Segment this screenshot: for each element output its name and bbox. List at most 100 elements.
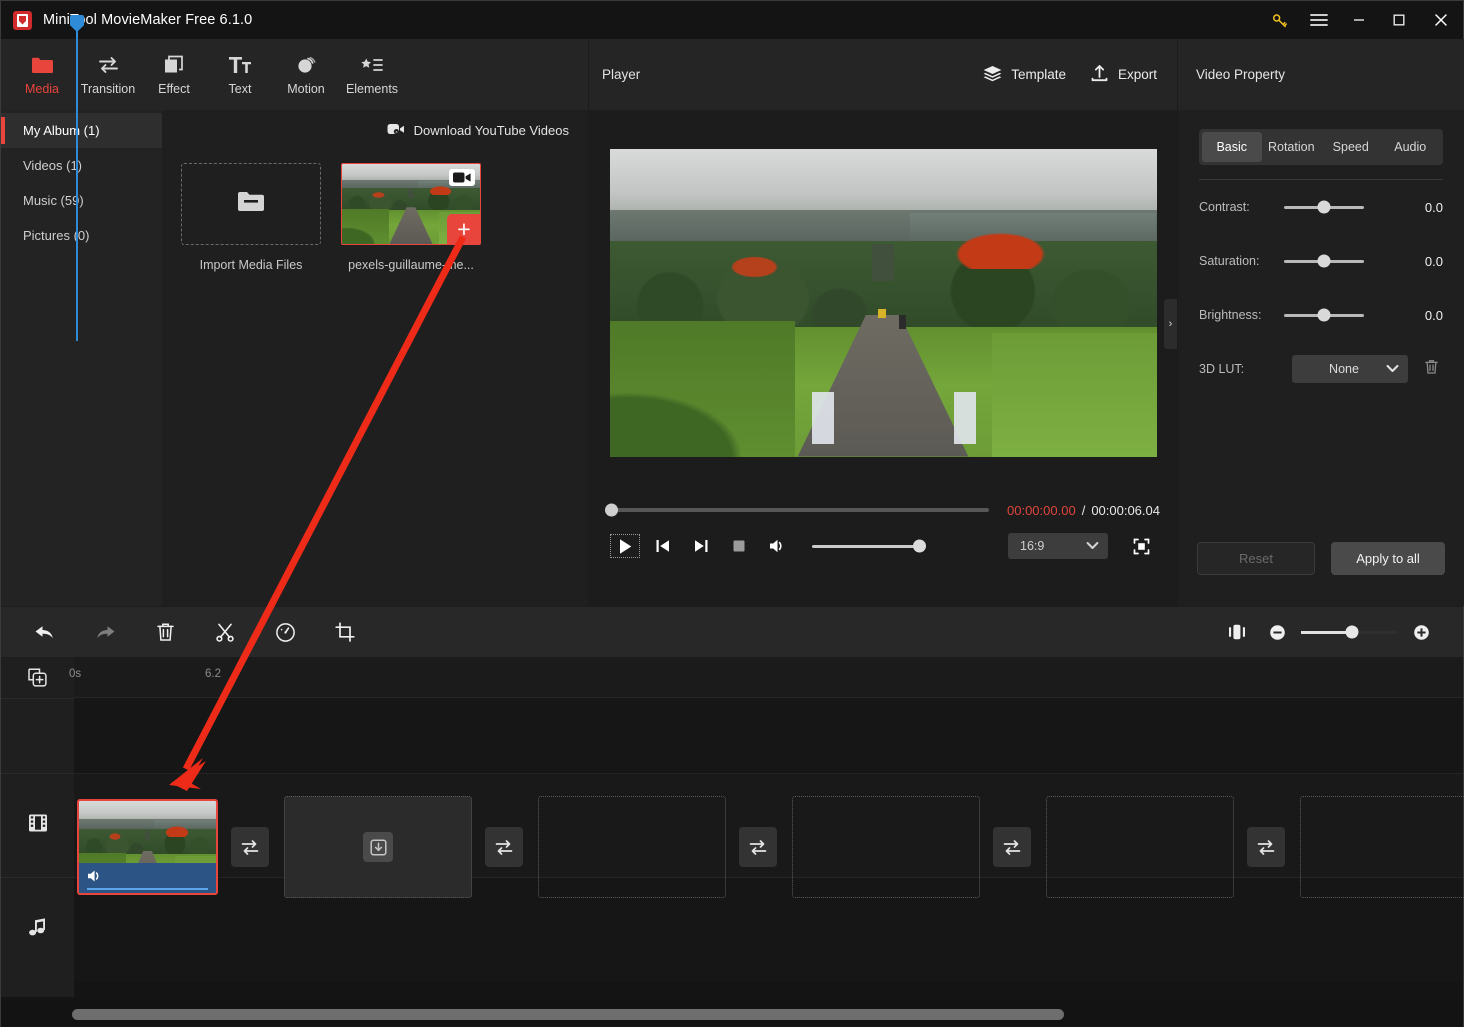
stop-icon[interactable] xyxy=(720,530,758,562)
transition-icon[interactable] xyxy=(485,827,523,867)
reset-button[interactable]: Reset xyxy=(1197,542,1315,575)
volume-icon[interactable] xyxy=(758,530,796,562)
hamburger-menu-icon[interactable] xyxy=(1299,1,1339,39)
ribbon-item-text[interactable]: Text xyxy=(207,44,273,106)
saturation-row: Saturation: 0.0 xyxy=(1178,234,1464,288)
transition-icon[interactable] xyxy=(739,827,777,867)
text-track[interactable] xyxy=(74,698,1463,774)
timeline-ruler[interactable]: 0s 6.2 xyxy=(69,657,1463,698)
volume-handle[interactable] xyxy=(913,539,926,553)
seek-handle[interactable] xyxy=(605,503,618,517)
tab-rotation[interactable]: Rotation xyxy=(1262,132,1322,162)
fullscreen-icon[interactable] xyxy=(1122,530,1160,562)
table-row[interactable] xyxy=(77,799,218,895)
motion-icon xyxy=(295,53,318,75)
template-button[interactable]: Template xyxy=(983,65,1066,85)
speedometer-icon[interactable] xyxy=(265,612,305,652)
play-icon[interactable] xyxy=(606,530,644,562)
scissors-icon[interactable] xyxy=(205,612,245,652)
transition-icon[interactable] xyxy=(993,827,1031,867)
playhead[interactable] xyxy=(70,15,84,341)
media-drop-slot[interactable] xyxy=(284,796,472,898)
download-youtube-videos-button[interactable]: a Download YouTube Videos xyxy=(387,122,569,139)
key-icon[interactable] xyxy=(1259,1,1299,39)
apply-to-all-button[interactable]: Apply to all xyxy=(1331,542,1445,575)
minimize-icon[interactable] xyxy=(1339,1,1379,39)
ribbon-item-motion[interactable]: Motion xyxy=(273,44,339,106)
fit-timeline-icon[interactable] xyxy=(1217,612,1257,652)
window-controls xyxy=(1259,1,1463,39)
sidebar-item-videos[interactable]: Videos (1) xyxy=(1,148,162,183)
ribbon-item-elements[interactable]: Elements xyxy=(339,44,405,106)
plus-icon[interactable]: + xyxy=(447,214,480,244)
layers-icon xyxy=(983,65,1002,85)
brightness-handle[interactable] xyxy=(1317,308,1331,322)
ribbon-item-transition[interactable]: Transition xyxy=(75,44,141,106)
zoom-slider[interactable] xyxy=(1301,625,1397,639)
media-drop-slot[interactable] xyxy=(792,796,980,898)
media-drop-slot[interactable] xyxy=(1300,796,1464,898)
sidebar-item-pictures[interactable]: Pictures (0) xyxy=(1,218,162,253)
volume-slider[interactable] xyxy=(812,539,926,553)
import-media-cell[interactable]: Import Media Files xyxy=(181,163,321,272)
audio-track-header[interactable] xyxy=(1,878,74,982)
next-frame-icon[interactable] xyxy=(682,530,720,562)
ruler-tick-0: 0s xyxy=(69,668,82,680)
media-drop-slot[interactable] xyxy=(538,796,726,898)
zoom-slider-handle[interactable] xyxy=(1345,625,1359,639)
contrast-handle[interactable] xyxy=(1317,200,1331,214)
tab-audio[interactable]: Audio xyxy=(1381,132,1441,162)
media-asset-thumbnail[interactable]: + xyxy=(341,163,481,245)
media-asset-cell[interactable]: + pexels-guillaume-me... xyxy=(341,163,481,272)
export-label: Export xyxy=(1117,67,1157,82)
video-preview[interactable] xyxy=(609,148,1157,457)
zoom-in-icon[interactable] xyxy=(1401,612,1441,652)
previous-frame-icon[interactable] xyxy=(644,530,682,562)
transition-icon[interactable] xyxy=(231,827,269,867)
media-asset-label: pexels-guillaume-me... xyxy=(348,258,474,272)
ribbon-item-media[interactable]: Media xyxy=(9,44,75,106)
chevron-down-icon xyxy=(1386,362,1399,376)
timeline: 0s 6.2 xyxy=(1,657,1463,1027)
video-track-header[interactable] xyxy=(1,774,74,878)
tab-speed[interactable]: Speed xyxy=(1321,132,1381,162)
contrast-slider[interactable] xyxy=(1284,200,1364,214)
add-track-icon[interactable] xyxy=(1,657,74,698)
aspect-ratio-select[interactable]: 16:9 xyxy=(1008,533,1108,559)
lut-select[interactable]: None xyxy=(1292,355,1408,383)
ribbon-item-effect[interactable]: Effect xyxy=(141,44,207,106)
saturation-slider[interactable] xyxy=(1284,254,1364,268)
trash-icon[interactable] xyxy=(1424,359,1439,380)
close-icon[interactable] xyxy=(1419,1,1463,39)
zoom-slider-fill xyxy=(1301,630,1352,634)
seek-slider[interactable] xyxy=(605,503,989,517)
saturation-handle[interactable] xyxy=(1317,254,1331,268)
sidebar-item-music[interactable]: Music (59) xyxy=(1,183,162,218)
sidebar-item-my-album[interactable]: My Album (1) xyxy=(1,113,162,148)
tab-basic[interactable]: Basic xyxy=(1202,132,1262,162)
undo-icon[interactable] xyxy=(25,612,65,652)
transition-icon[interactable] xyxy=(1247,827,1285,867)
brightness-row: Brightness: 0.0 xyxy=(1178,288,1464,342)
seek-row: 00:00:00.00 / 00:00:06.04 xyxy=(605,495,1160,525)
chevron-right-icon[interactable]: › xyxy=(1164,299,1177,349)
text-track-header[interactable] xyxy=(1,698,74,774)
chevron-down-icon xyxy=(1086,539,1099,553)
trash-icon[interactable] xyxy=(145,612,185,652)
volume-icon[interactable] xyxy=(87,869,103,888)
sidebar-label-videos: Videos (1) xyxy=(23,158,83,173)
timeline-horizontal-scrollbar[interactable] xyxy=(72,1009,1064,1020)
ribbon-label-transition: Transition xyxy=(80,82,136,96)
player-title: Player xyxy=(602,67,641,82)
zoom-out-icon[interactable] xyxy=(1257,612,1297,652)
export-button[interactable]: Export xyxy=(1090,64,1157,85)
clip-audio-strip[interactable] xyxy=(79,863,216,893)
track-headers xyxy=(1,657,74,997)
audio-track[interactable] xyxy=(74,878,1463,982)
brightness-slider[interactable] xyxy=(1284,308,1364,322)
import-media-dropzone[interactable] xyxy=(181,163,321,245)
player-header-actions: Template Export xyxy=(983,64,1157,85)
crop-icon[interactable] xyxy=(325,612,365,652)
media-drop-slot[interactable] xyxy=(1046,796,1234,898)
maximize-icon[interactable] xyxy=(1379,1,1419,39)
